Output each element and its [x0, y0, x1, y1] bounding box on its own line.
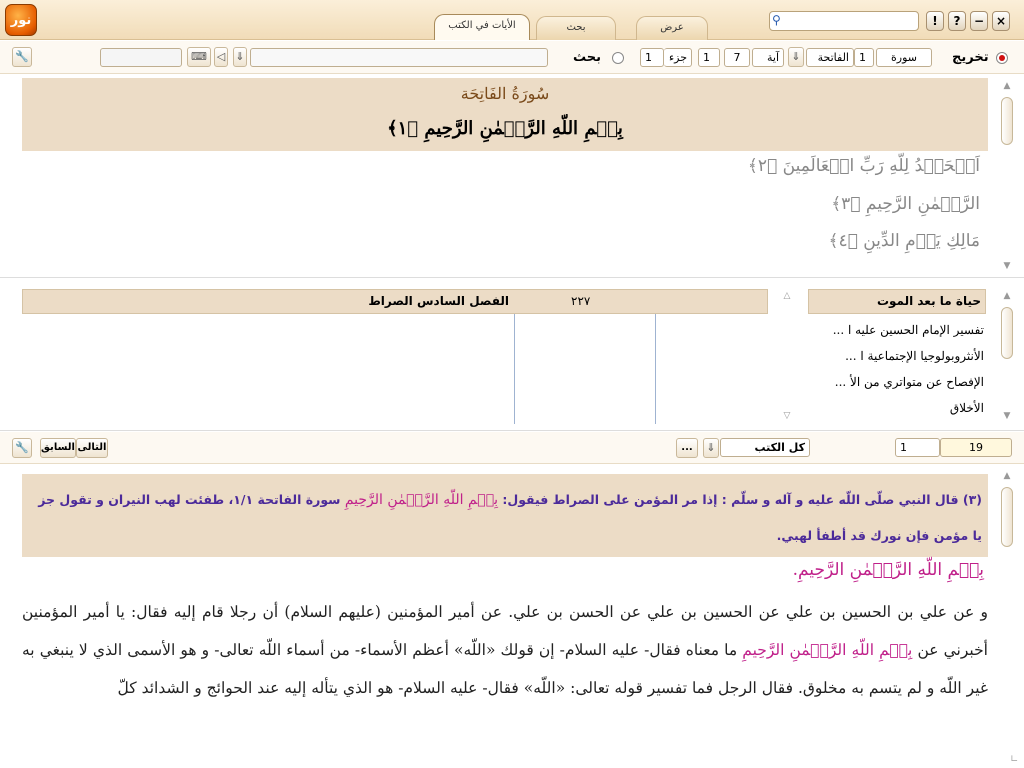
takhreej-radio[interactable] [996, 52, 1008, 64]
ayah-dropdown-icon[interactable]: ⇓ [788, 47, 804, 67]
body-basmala: بِسۡمِ اللّهِ الرَّحۡمٰنِ الرَّحِيمِ. [792, 560, 984, 580]
scroll-thumb[interactable] [1001, 487, 1013, 547]
navigation-bar: 🔧 السابق التالى ... ⇓ كل الكتب 1 19 [0, 432, 1024, 464]
search-label: بحث [573, 50, 602, 65]
results-pane: الفصل السادس الصراط ٢٢٧ △ ▽ حياة ما بعد … [0, 281, 1024, 431]
column-divider [655, 314, 656, 424]
text-scrollbar[interactable]: ▲ [1000, 471, 1014, 761]
surah-label: سورة [876, 48, 932, 67]
scroll-down-icon[interactable]: ▼ [1002, 261, 1012, 271]
book-item[interactable]: تفسير الإمام الحسين عليه ا ... [833, 323, 984, 337]
wrench-icon[interactable]: 🔧 [12, 47, 32, 67]
next-button[interactable]: التالى [76, 438, 108, 458]
dropdown-arrow-icon[interactable]: ⇓ [703, 438, 719, 458]
takhreej-label: تخريج [952, 50, 989, 65]
scroll-down-icon[interactable]: ▼ [1002, 411, 1012, 421]
scroll-thumb[interactable] [1001, 307, 1013, 359]
tab-search[interactable]: بحث [536, 16, 616, 40]
previous-button[interactable]: السابق [40, 438, 76, 458]
books-scrollbar[interactable]: ▲ ▼ [1000, 291, 1014, 421]
book-text-pane: (٣) قال النبي صلّى اللّه عليه و آله و سل… [0, 465, 1024, 768]
search-radio[interactable] [612, 52, 624, 64]
page-to-field[interactable]: 19 [940, 438, 1012, 457]
verse-toolbar: 🔧 ⌨ ◁ ⇓ بحث 1 جزء 1 7 آية ⇓ الفاتحة 1 سو… [0, 41, 1024, 74]
info-button[interactable]: ! [926, 11, 944, 31]
scroll-thumb[interactable] [1001, 97, 1013, 145]
minimize-button[interactable]: − [970, 11, 988, 31]
arrow-left-icon[interactable]: ◁ [214, 47, 228, 67]
result-page: ٢٢٧ [571, 294, 591, 308]
resize-grip-icon[interactable]: ∟ [1010, 754, 1022, 766]
tab-verses-in-books[interactable]: الأيات في الكتب [434, 14, 530, 40]
book-item[interactable]: الأنثروبولوجيا الإجتماعية ا ... [845, 349, 984, 363]
tab-view[interactable]: عرض [636, 16, 708, 40]
ayah-from-field[interactable]: 1 [698, 48, 720, 67]
ayah-2[interactable]: اَلۡحَمۡدُ لِلّهِ رَبِّ الۡعَالَمِينَ ﴿٢… [748, 155, 980, 176]
close-button[interactable]: × [992, 11, 1010, 31]
ayah-4[interactable]: مَالِكِ يَوۡمِ الدِّينِ ﴿٤﴾ [829, 230, 980, 251]
scroll-down-icon[interactable]: ▽ [782, 411, 792, 421]
quran-scrollbar[interactable]: ▲ ▼ [1000, 81, 1014, 271]
scroll-up-icon[interactable]: △ [782, 291, 792, 301]
hadith-text-start: (٣) قال النبي صلّى اللّه عليه و آله و سل… [498, 492, 982, 507]
scroll-up-icon[interactable]: ▲ [1002, 291, 1012, 301]
ayah-label: آية [752, 48, 784, 67]
ayah-number-field[interactable]: 7 [724, 48, 750, 67]
search-icon: ⚲ [772, 13, 781, 27]
surah-number-field[interactable]: 1 [854, 48, 874, 67]
hadith-basmala: بِسۡمِ اللّهِ الرَّحۡمٰنِ الرَّحِيمِ [344, 492, 498, 508]
juz-label: جزء [664, 48, 692, 67]
results-scrollbar[interactable]: △ ▽ [780, 291, 794, 421]
arrow-down-icon[interactable]: ⇓ [233, 47, 247, 67]
more-button[interactable]: ... [676, 438, 698, 458]
wrench-icon[interactable]: 🔧 [12, 438, 32, 458]
column-divider [514, 314, 515, 424]
book-item[interactable]: الأخلاق [950, 401, 984, 415]
results-table-header: الفصل السادس الصراط ٢٢٧ [22, 289, 768, 314]
surah-title: سُورَةُ الفَاتِحَة [460, 84, 550, 103]
ayah-3[interactable]: الرَّحۡمٰنِ الرَّحِيمِ ﴿٣﴾ [831, 193, 980, 214]
body-basmala-inline: بِسۡمِ اللّهِ الرَّحۡمٰنِ الرَّحِيمِ [742, 641, 913, 659]
search-field[interactable]: ⚲ [769, 11, 919, 31]
book-item[interactable]: الإفصاح عن متواتري من الأ ... [835, 375, 984, 389]
quran-pane: سُورَةُ الفَاتِحَة بِسۡمِ اللّهِ الرَّحۡ… [0, 75, 1024, 278]
disabled-field [100, 48, 182, 67]
app-logo[interactable]: نور [5, 4, 37, 36]
juz-number-field[interactable]: 1 [640, 48, 664, 67]
help-button[interactable]: ? [948, 11, 966, 31]
title-bar: نور عرض بحث الأيات في الكتب ⚲ ! ? − × [0, 0, 1024, 40]
surah-header: سُورَةُ الفَاتِحَة بِسۡمِ اللّهِ الرَّحۡ… [22, 78, 988, 151]
page-from-field[interactable]: 1 [895, 438, 940, 457]
search-text-field[interactable] [250, 48, 548, 67]
result-title[interactable]: الفصل السادس الصراط [368, 294, 509, 308]
scroll-up-icon[interactable]: ▲ [1002, 81, 1012, 91]
hadith-highlight: (٣) قال النبي صلّى اللّه عليه و آله و سل… [22, 474, 988, 557]
scroll-up-icon[interactable]: ▲ [1002, 471, 1012, 481]
books-filter-select[interactable]: كل الكتب [720, 438, 810, 457]
keyboard-icon[interactable]: ⌨ [187, 47, 211, 67]
books-list-header[interactable]: حياة ما بعد الموت [808, 289, 986, 314]
surah-name-field[interactable]: الفاتحة [806, 48, 854, 67]
body-paragraph: و عن علي بن الحسين بن علي عن الحسين بن ع… [22, 593, 988, 707]
basmala-verse: بِسۡمِ اللّهِ الرَّحۡمٰنِ الرَّحِيمِ ﴿١﴾ [387, 118, 623, 139]
